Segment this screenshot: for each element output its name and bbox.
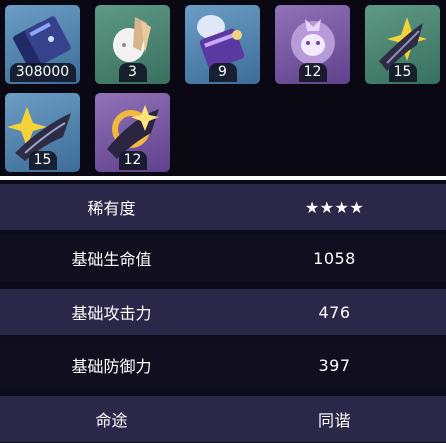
stats-table: 稀有度 ★★★★ 基础生命值 1058 基础攻击力 476 基础防御力 397 … (0, 180, 446, 443)
item-material-spirit[interactable]: 12 (275, 5, 350, 84)
item-material-blade-purple[interactable]: 12 (95, 93, 170, 172)
stat-row-atk: 基础攻击力 476 (0, 289, 446, 335)
item-count: 15 (28, 151, 57, 170)
stat-label: 稀有度 (87, 199, 136, 218)
stat-row-def: 基础防御力 397 (0, 342, 446, 388)
item-count: 12 (118, 151, 147, 170)
stat-row-path: 命途 同谐 (0, 396, 446, 442)
item-material-blade-blue[interactable]: 15 (5, 93, 80, 172)
item-count: 9 (208, 63, 237, 82)
item-credit[interactable]: 308000 (5, 5, 80, 84)
stat-row-hp: 基础生命值 1058 (0, 235, 446, 281)
stat-label: 基础防御力 (71, 357, 152, 376)
stat-label: 基础攻击力 (71, 304, 152, 323)
materials-panel: 308000 3 9 12 15 15 12 (0, 0, 446, 176)
item-material-blade-green[interactable]: 15 (365, 5, 440, 84)
item-material-mask[interactable]: 3 (95, 5, 170, 84)
stat-row-rarity: 稀有度 ★★★★ (0, 184, 446, 230)
stat-label: 基础生命值 (71, 250, 152, 269)
item-material-scroll[interactable]: 9 (185, 5, 260, 84)
stat-value: 同谐 (317, 411, 351, 430)
item-count: 15 (388, 63, 417, 82)
stat-label: 命途 (95, 411, 128, 430)
item-count: 308000 (9, 63, 76, 82)
item-count: 12 (298, 63, 327, 82)
item-count: 3 (118, 63, 147, 82)
stat-value: 1058 (313, 248, 356, 268)
rarity-stars: ★★★★ (304, 197, 365, 217)
stat-value: 476 (318, 302, 351, 322)
stat-value: 397 (318, 355, 351, 375)
